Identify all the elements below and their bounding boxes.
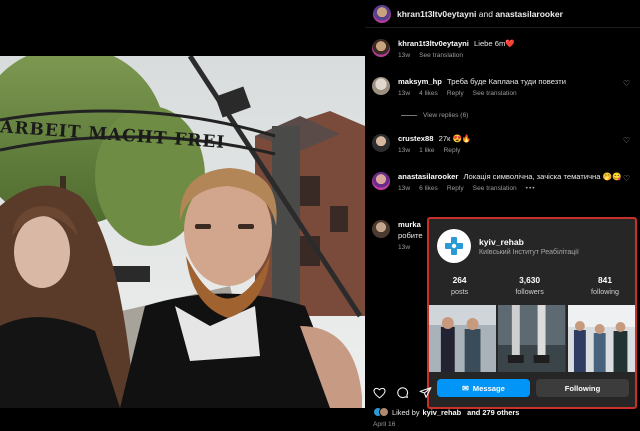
comment-likes[interactable]: 1 like (419, 147, 434, 154)
post-date[interactable]: April 16 (373, 421, 395, 428)
like-heart-icon[interactable]: ♡ (623, 79, 630, 88)
profile-hover-card: kyiv_rehab Київський Інститут Реабілітац… (427, 217, 637, 409)
liker-avatar (379, 407, 389, 417)
see-translation-link[interactable]: See translation (419, 52, 463, 59)
post-action-bar (373, 386, 432, 399)
more-options-icon[interactable]: ••• (526, 185, 536, 192)
stat-label: followers (515, 287, 544, 296)
stat-value: 264 (452, 275, 467, 285)
reply-button[interactable]: Reply (447, 185, 464, 192)
stat-value: 3,630 (519, 275, 541, 285)
comment-text: 27к 😍🔥 (438, 134, 472, 143)
view-replies-label: View replies (6) (423, 112, 469, 119)
following-button-label: Following (564, 383, 601, 393)
following-button[interactable]: Following (536, 379, 629, 397)
liker-avatars (373, 407, 389, 417)
post-photo[interactable]: ARBEIT MACHT FREI (0, 56, 365, 408)
comment-likes[interactable]: 6 likes (419, 185, 438, 192)
likes-others-link[interactable]: and 279 others (467, 408, 519, 417)
comment-username[interactable]: anastasilarooker (398, 172, 458, 181)
post-thumbnail[interactable] (429, 305, 497, 372)
like-heart-icon[interactable]: ♡ (623, 136, 630, 145)
profile-stats: 264 posts 3,630 followers 841 following (429, 263, 635, 296)
header-and-text: and (478, 8, 493, 19)
comment-icon[interactable] (396, 386, 409, 399)
rehab-logo-icon (445, 237, 463, 255)
header-avatar[interactable] (373, 4, 391, 23)
replies-divider (401, 115, 417, 116)
selfie-photo: ARBEIT MACHT FREI (0, 56, 365, 408)
comment-time[interactable]: 13w (398, 52, 410, 59)
stat-label: posts (451, 287, 469, 296)
reply-button[interactable]: Reply (444, 147, 461, 154)
heart-icon[interactable] (373, 387, 386, 399)
comment-time[interactable]: 13w (398, 147, 410, 154)
see-translation-link[interactable]: See translation (473, 185, 517, 192)
profile-post-thumbnails (429, 305, 635, 372)
comment-text: Треба буде Каплана туди повезти (447, 77, 566, 86)
stat-value: 841 (598, 275, 612, 285)
post-thumbnail[interactable] (567, 305, 635, 372)
comment-text: Локація символічна, зачіска тематична 🤭😋 (463, 172, 622, 181)
comment-item: maksym_hp Треба буде Каплана туди повезт… (372, 76, 634, 97)
comment-username[interactable]: maksym_hp (398, 77, 442, 86)
header-username-2[interactable]: anastasilarooker (495, 9, 563, 19)
stat-label: following (591, 287, 619, 296)
comment-username[interactable]: crustex88 (398, 134, 433, 143)
comment-likes[interactable]: 4 likes (419, 90, 438, 97)
comments-panel: khran1t3ltv0eytayni and anastasilarooker… (365, 0, 640, 431)
stat-followers[interactable]: 3,630 followers (515, 275, 543, 296)
likes-prefix: Liked by (392, 407, 420, 417)
message-button-label: Message (472, 383, 505, 393)
likes-summary: Liked by kyiv_rehab and 279 others (373, 407, 522, 417)
comment-time[interactable]: 13w (398, 90, 410, 97)
commenter-avatar[interactable] (372, 220, 390, 238)
comment-time[interactable]: 13w (398, 185, 410, 192)
post-media-pane: ARBEIT MACHT FREI (0, 0, 365, 431)
comment-username[interactable]: khran1t3ltv0eytayni (398, 39, 469, 48)
comment-text: робите (398, 231, 423, 240)
message-button[interactable]: ✉ Message (437, 379, 530, 397)
profile-username[interactable]: kyiv_rehab (479, 237, 579, 247)
comment-item: crustex88 27к 😍🔥 13w 1 like Reply ♡ (372, 133, 634, 154)
messenger-icon: ✉ (462, 383, 469, 393)
likes-user-link[interactable]: kyiv_rehab (423, 408, 462, 417)
commenter-avatar[interactable] (372, 39, 390, 57)
comment-username[interactable]: murka (398, 220, 421, 229)
comment-time[interactable]: 13w (398, 244, 410, 251)
view-replies-link[interactable]: View replies (6) (401, 112, 468, 119)
stat-following[interactable]: 841 following (591, 275, 619, 296)
comment-item: anastasilarooker Локація символічна, зач… (372, 171, 634, 192)
stat-posts[interactable]: 264 posts (451, 275, 468, 296)
profile-logo[interactable] (437, 229, 471, 263)
comment-text: Liebe 6m❤️ (474, 39, 515, 48)
commenter-avatar[interactable] (372, 172, 390, 190)
see-translation-link[interactable]: See translation (473, 90, 517, 97)
comment-item: khran1t3ltv0eytayni Liebe 6m❤️ 13w See t… (372, 38, 634, 59)
header-username-1[interactable]: khran1t3ltv0eytayni (397, 9, 476, 19)
post-thumbnail[interactable] (498, 305, 566, 372)
commenter-avatar[interactable] (372, 77, 390, 95)
reply-button[interactable]: Reply (447, 90, 464, 97)
share-icon[interactable] (419, 386, 432, 399)
post-header: khran1t3ltv0eytayni and anastasilarooker (365, 0, 640, 28)
like-heart-icon[interactable]: ♡ (623, 174, 630, 183)
commenter-avatar[interactable] (372, 134, 390, 152)
profile-fullname: Київський Інститут Реабілітації (479, 248, 579, 256)
